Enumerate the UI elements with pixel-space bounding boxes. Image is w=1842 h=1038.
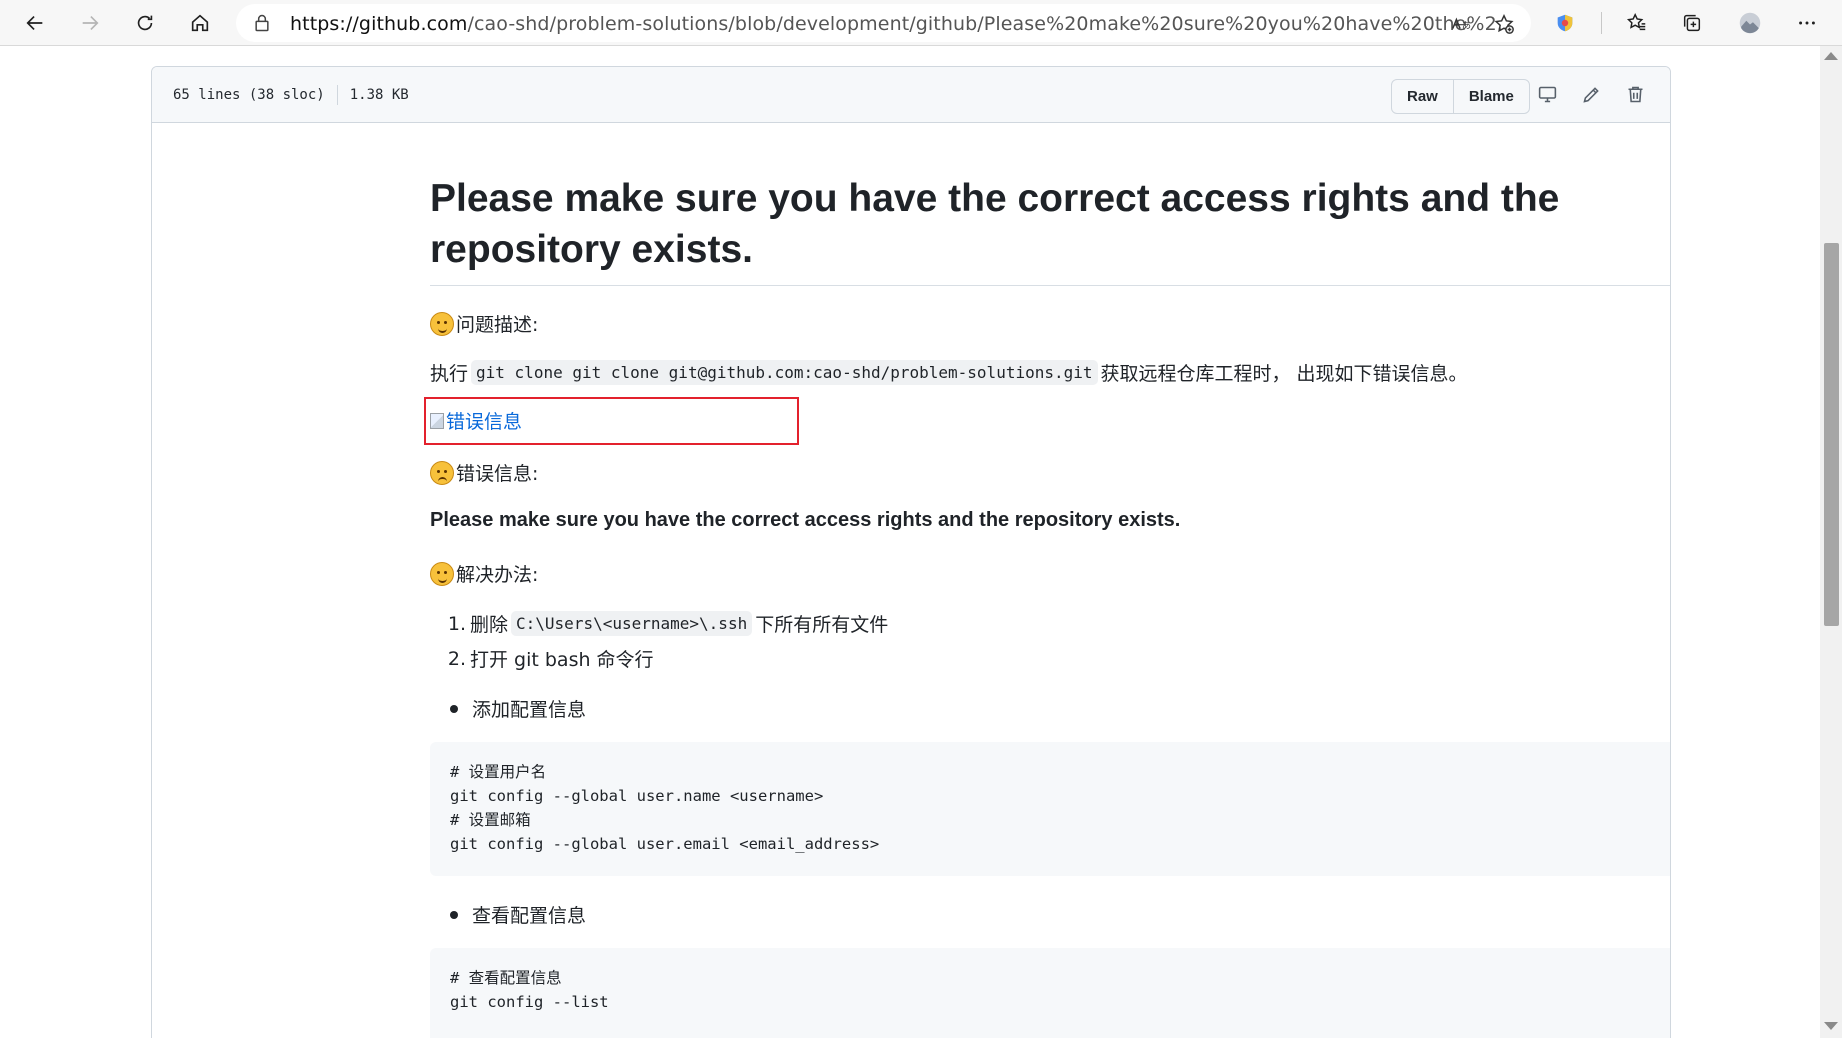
ssh-path-code: C:\Users\<username>\.ssh <box>511 611 753 636</box>
back-button[interactable] <box>17 6 53 40</box>
toolbar-separator <box>1601 12 1602 34</box>
face-emoji-icon <box>430 311 454 336</box>
list-number: 1. <box>447 612 466 635</box>
sad-face-emoji-icon <box>430 460 454 485</box>
file-view: 65 lines (38 sloc) 1.38 KB Raw Blame Ple… <box>151 66 1671 1038</box>
step2-text: 打开 git bash 命令行 <box>470 649 654 671</box>
config-code-block: # 设置用户名 git config --global user.name <u… <box>430 742 1670 876</box>
error-heading-text: 错误信息: <box>456 463 539 485</box>
browser-toolbar: https://github.com/cao-shd/problem-solut… <box>0 0 1842 46</box>
blame-button[interactable]: Blame <box>1452 80 1529 113</box>
refresh-button[interactable] <box>127 6 163 40</box>
problem-heading: 问题描述: <box>430 310 538 337</box>
list-item: 2. 打开 git bash 命令行 <box>446 645 654 672</box>
scroll-up-icon[interactable] <box>1824 52 1838 60</box>
file-header: 65 lines (38 sloc) 1.38 KB Raw Blame <box>152 67 1670 123</box>
more-icon <box>1799 21 1815 25</box>
line-count: 65 lines (38 sloc) <box>173 87 325 103</box>
title-divider <box>430 285 1670 286</box>
solution-heading-text: 解决办法: <box>456 564 539 586</box>
error-heading: 错误信息: <box>430 459 538 486</box>
bullet2-text: 查看配置信息 <box>472 905 587 927</box>
problem-heading-text: 问题描述: <box>456 314 539 336</box>
edit-pencil-icon[interactable] <box>1578 81 1604 107</box>
error-message: Please make sure you have the correct ac… <box>430 509 1181 531</box>
collections-icon <box>1683 14 1701 32</box>
add-favorite-icon[interactable] <box>1492 12 1516 36</box>
extension-icon[interactable] <box>1547 6 1583 40</box>
lock-icon[interactable] <box>252 13 272 33</box>
refresh-icon <box>137 15 153 31</box>
list-item: 1. 删除 C:\Users\<username>\.ssh 下所有所有文件 <box>446 610 888 637</box>
bullet-dot <box>450 910 458 919</box>
home-button[interactable] <box>182 6 218 40</box>
broken-image-icon <box>430 412 444 429</box>
highlight-box: 错误信息 <box>424 397 799 445</box>
forward-button[interactable] <box>72 6 108 40</box>
url-text[interactable]: https://github.com/cao-shd/problem-solut… <box>290 13 1515 35</box>
file-actions-group: Raw Blame <box>1391 79 1530 114</box>
step1-prefix: 删除 <box>470 614 509 636</box>
settings-menu-button[interactable] <box>1789 6 1825 40</box>
url-path: /cao-shd/problem-solutions/blob/developm… <box>467 13 1516 35</box>
clone-command-code: git clone git clone git@github.com:cao-s… <box>471 360 1098 385</box>
file-info-divider <box>336 85 338 105</box>
page-title: Please make sure you have the correct ac… <box>430 177 1560 271</box>
exec-prefix: 执行 <box>430 363 469 385</box>
desktop-icon[interactable] <box>1534 81 1560 107</box>
bullet-item: 查看配置信息 <box>430 901 586 928</box>
avatar <box>1739 12 1761 34</box>
home-icon <box>191 14 209 32</box>
read-aloud-icon[interactable]: あ <box>1449 12 1473 36</box>
bullet1-text: 添加配置信息 <box>472 699 587 721</box>
arrow-left-icon <box>26 15 43 31</box>
address-bar[interactable]: https://github.com/cao-shd/problem-solut… <box>236 4 1531 42</box>
raw-button[interactable]: Raw <box>1392 80 1453 113</box>
trash-icon[interactable] <box>1622 81 1648 107</box>
bullet-dot <box>450 704 458 713</box>
exec-suffix: 获取远程仓库工程时， 出现如下错误信息。 <box>1100 363 1468 385</box>
list-number: 2. <box>447 647 466 670</box>
arrow-right-icon <box>82 15 99 31</box>
smile-emoji-icon <box>430 561 454 586</box>
file-info: 65 lines (38 sloc) 1.38 KB <box>173 85 409 105</box>
bullet-item: 添加配置信息 <box>430 695 586 722</box>
profile-button[interactable] <box>1732 6 1768 40</box>
file-size: 1.38 KB <box>349 87 409 103</box>
scrollbar-thumb[interactable] <box>1824 243 1839 626</box>
svg-text:あ: あ <box>1462 21 1471 32</box>
error-image-link[interactable]: 错误信息 <box>430 407 522 434</box>
solution-heading: 解决办法: <box>430 560 538 587</box>
step1-suffix: 下所有所有文件 <box>755 614 889 636</box>
list-config-code-block: # 查看配置信息 git config --list <box>430 948 1670 1038</box>
favorites-icon <box>1626 13 1646 31</box>
error-image-alt: 错误信息 <box>446 411 523 433</box>
scroll-down-icon[interactable] <box>1824 1022 1838 1030</box>
favorites-button[interactable] <box>1619 6 1655 40</box>
exec-paragraph: 执行 git clone git clone git@github.com:ca… <box>430 359 1468 386</box>
collections-button[interactable] <box>1674 6 1710 40</box>
url-host: https://github.com <box>290 13 468 35</box>
